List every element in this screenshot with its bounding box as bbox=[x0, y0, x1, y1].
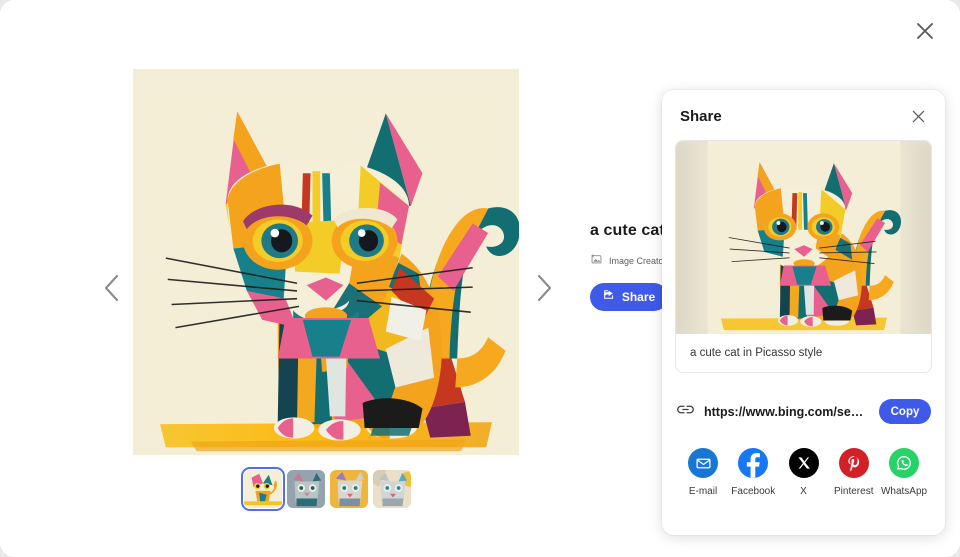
share-link-row: https://www.bing.com/searc... Copy bbox=[676, 399, 931, 424]
x-glyph bbox=[797, 457, 810, 469]
share-pinterest-label: Pinterest bbox=[834, 486, 874, 497]
whatsapp-icon bbox=[889, 448, 919, 478]
image-creator-glyph bbox=[591, 253, 602, 264]
thumbnail-2[interactable] bbox=[287, 470, 325, 508]
share-dialog-title: Share bbox=[680, 107, 722, 125]
share-whatsapp-button[interactable]: WhatsApp bbox=[881, 448, 927, 497]
preview-picasso-cat bbox=[707, 141, 901, 334]
share-whatsapp-label: WhatsApp bbox=[880, 486, 928, 497]
share-email-label: E-mail bbox=[688, 486, 718, 497]
x-icon bbox=[788, 448, 819, 478]
pinterest-glyph bbox=[848, 456, 859, 472]
share-preview-card: a cute cat in Picasso style bbox=[675, 140, 932, 373]
thumbnail-1[interactable] bbox=[241, 467, 285, 511]
close-icon[interactable] bbox=[910, 16, 940, 46]
chevron-right-glyph bbox=[537, 274, 551, 302]
copy-button-label: Copy bbox=[890, 405, 920, 418]
chevron-left-glyph bbox=[104, 274, 118, 302]
email-glyph bbox=[695, 458, 711, 468]
facebook-icon bbox=[738, 448, 769, 478]
link-glyph bbox=[677, 405, 694, 413]
close-glyph bbox=[917, 23, 933, 39]
share-icon bbox=[603, 288, 616, 306]
thumbnail-1-image bbox=[244, 470, 282, 508]
share-x-button[interactable]: X bbox=[781, 448, 827, 497]
main-image[interactable] bbox=[133, 69, 519, 455]
image-creator-icon bbox=[590, 252, 603, 270]
social-share-row: E-mail Facebook X Pinterest WhatsApp bbox=[680, 448, 927, 497]
close-glyph bbox=[912, 110, 924, 122]
share-glyph bbox=[603, 290, 613, 299]
preview-artwork bbox=[705, 141, 903, 334]
share-facebook-label: Facebook bbox=[731, 486, 776, 497]
thumbnail-4[interactable] bbox=[373, 470, 411, 508]
email-icon bbox=[688, 448, 718, 478]
share-preview-image bbox=[676, 141, 931, 334]
share-x-label: X bbox=[800, 486, 807, 497]
picasso-cat-artwork bbox=[133, 69, 519, 455]
share-button-label: Share bbox=[621, 290, 656, 304]
whatsapp-glyph bbox=[896, 456, 911, 470]
copy-button[interactable]: Copy bbox=[879, 399, 931, 424]
pinterest-icon bbox=[838, 448, 869, 478]
share-facebook-button[interactable]: Facebook bbox=[730, 448, 776, 497]
facebook-glyph bbox=[747, 453, 761, 478]
link-icon bbox=[676, 400, 695, 424]
thumbnail-3[interactable] bbox=[330, 470, 368, 508]
thumbnail-3-image bbox=[330, 470, 368, 508]
share-preview-caption: a cute cat in Picasso style bbox=[676, 334, 931, 372]
share-dialog-header: Share bbox=[662, 90, 945, 125]
chevron-right-icon[interactable] bbox=[527, 268, 561, 308]
share-pinterest-button[interactable]: Pinterest bbox=[831, 448, 877, 497]
chevron-left-icon[interactable] bbox=[94, 268, 128, 308]
app-window: a cute cat i Image Creator in Share Shar… bbox=[0, 0, 960, 557]
share-url-text[interactable]: https://www.bing.com/searc... bbox=[704, 405, 870, 419]
thumbnail-strip[interactable] bbox=[241, 467, 411, 511]
share-dialog: Share a cute cat in Picasso style https:… bbox=[662, 90, 945, 535]
thumbnail-2-image bbox=[287, 470, 325, 508]
thumbnail-4-image bbox=[373, 470, 411, 508]
share-button[interactable]: Share bbox=[590, 283, 668, 311]
share-email-button[interactable]: E-mail bbox=[680, 448, 726, 497]
close-icon[interactable] bbox=[909, 107, 927, 125]
